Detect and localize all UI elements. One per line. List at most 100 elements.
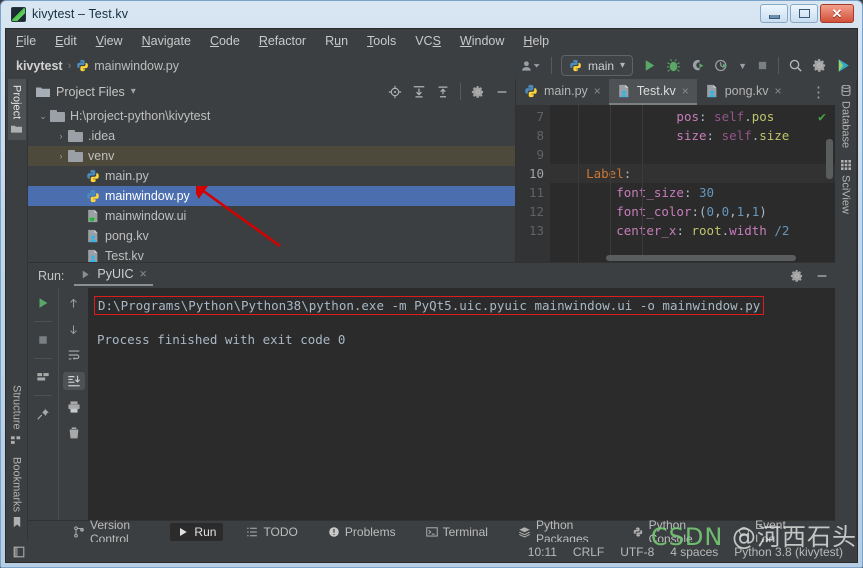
menu-window[interactable]: Window	[460, 34, 504, 48]
code-line[interactable]	[550, 145, 835, 164]
collapse-all-icon[interactable]	[436, 85, 450, 99]
run-console-output[interactable]: D:\Programs\Python\Python38\python.exe -…	[88, 288, 835, 520]
settings-icon[interactable]	[812, 58, 827, 73]
tool-window-button-todo[interactable]: TODO	[239, 523, 304, 541]
run-configuration-selector[interactable]: main ▾	[561, 55, 634, 76]
editor-tab-pong-kv[interactable]: pong.kv ×	[697, 79, 790, 105]
soft-wrap-icon[interactable]	[63, 346, 85, 364]
debug-icon[interactable]	[666, 58, 681, 73]
tree-node[interactable]: ⌄ H:\project-python\kivytest	[28, 106, 515, 126]
code-line[interactable]: font_size: 30	[550, 183, 835, 202]
editor-tabs-overflow[interactable]: ⋮	[803, 79, 835, 105]
inspection-status-icon[interactable]: ✔	[818, 110, 826, 125]
menu-code[interactable]: Code	[210, 34, 240, 48]
clear-all-icon[interactable]	[63, 424, 85, 442]
tree-node[interactable]: Test.kv	[28, 246, 515, 262]
settings-icon[interactable]	[790, 269, 804, 283]
scroll-to-end-icon[interactable]	[62, 372, 85, 390]
down-arrow-icon[interactable]	[63, 320, 85, 338]
sidebar-item-structure[interactable]: Structure	[8, 379, 26, 451]
code-line[interactable]: pos: self.pos	[550, 107, 835, 126]
sidebar-item-database[interactable]: Database	[837, 79, 855, 154]
menu-file[interactable]: File	[16, 34, 36, 48]
stop-icon[interactable]	[32, 331, 54, 349]
editor-horizontal-scrollbar[interactable]	[606, 255, 796, 261]
profile-icon[interactable]	[714, 58, 729, 73]
toggle-toolbars-icon[interactable]	[12, 545, 26, 559]
tree-node[interactable]: Qt mainwindow.ui	[28, 206, 515, 226]
code-line[interactable]: center_x: root.width /2	[550, 221, 835, 240]
sidebar-item-bookmarks[interactable]: Bookmarks	[8, 451, 26, 542]
code-line[interactable]: size: self.size	[550, 126, 835, 145]
menu-edit[interactable]: Edit	[55, 34, 77, 48]
search-everywhere-icon[interactable]	[788, 58, 803, 73]
maximize-button[interactable]	[790, 4, 818, 23]
project-panel-title[interactable]: Project Files ▾	[36, 85, 136, 99]
indent-setting[interactable]: 4 spaces	[670, 545, 718, 559]
grid-icon	[840, 160, 851, 171]
breadcrumb-project[interactable]: kivytest	[16, 59, 63, 73]
stop-icon[interactable]	[756, 59, 769, 72]
profile-dropdown-icon[interactable]: ▼	[738, 61, 747, 71]
file-encoding[interactable]: UTF-8	[620, 545, 654, 559]
code-line[interactable]: Label:	[550, 164, 835, 183]
run-tab-pyuic[interactable]: PyUIC ×	[74, 265, 153, 286]
code-view[interactable]: 7 8 9 10 11 12 13 pos: self.pos size: self.siz…	[516, 105, 835, 262]
editor-vertical-scrollbar[interactable]	[826, 139, 833, 179]
tool-window-button-run[interactable]: Run	[170, 522, 224, 541]
code-lines[interactable]: pos: self.pos size: self.size Label: fon…	[550, 105, 835, 262]
close-icon[interactable]: ×	[682, 84, 689, 98]
tree-expand-arrow[interactable]: ›	[54, 151, 68, 161]
run-icon[interactable]	[642, 58, 657, 73]
tree-expand-arrow[interactable]: ›	[54, 131, 68, 141]
minimize-button[interactable]	[760, 4, 788, 23]
expand-all-icon[interactable]	[412, 85, 426, 99]
hide-panel-icon[interactable]	[495, 85, 509, 99]
editor-tab-Test-kv[interactable]: Test.kv ×	[608, 79, 697, 105]
ide-help-icon[interactable]	[836, 58, 851, 73]
close-icon[interactable]: ×	[594, 84, 601, 98]
tree-node[interactable]: › .idea	[28, 126, 515, 146]
sidebar-item-project[interactable]: Project	[7, 79, 26, 141]
code-line[interactable]: font_color:(0,0,1,1)	[550, 202, 835, 221]
menu-refactor[interactable]: Refactor	[259, 34, 306, 48]
close-button[interactable]: ✕	[820, 4, 854, 23]
settings-icon[interactable]	[471, 85, 485, 99]
account-dropdown-icon[interactable]	[520, 59, 542, 73]
pin-tab-icon[interactable]	[32, 405, 54, 423]
tree-node[interactable]: mainwindow.py	[28, 186, 515, 206]
tree-node[interactable]: pong.kv	[28, 226, 515, 246]
print-icon[interactable]	[63, 398, 85, 416]
sidebar-item-sciview[interactable]: SciView	[837, 154, 855, 220]
up-arrow-icon[interactable]	[63, 294, 85, 312]
menu-run[interactable]: Run	[325, 34, 348, 48]
menu-vcs[interactable]: VCS	[415, 34, 441, 48]
chevron-down-icon[interactable]: ▾	[131, 86, 136, 97]
rerun-icon[interactable]	[32, 294, 54, 312]
menu-help[interactable]: Help	[523, 34, 549, 48]
run-output-text: Process finished with exit code 0	[97, 332, 346, 347]
editor-tab-main-py[interactable]: main.py ×	[516, 79, 609, 105]
branch-icon	[73, 525, 85, 538]
tool-window-button-problems[interactable]: Problems	[321, 523, 403, 541]
ui-file-icon: Qt	[86, 209, 100, 223]
tree-node[interactable]: main.py	[28, 166, 515, 186]
tool-window-button-terminal[interactable]: Terminal	[419, 523, 495, 541]
line-separator[interactable]: CRLF	[573, 545, 604, 559]
tree-expand-arrow[interactable]: ⌄	[36, 111, 50, 122]
menu-view[interactable]: View	[96, 34, 123, 48]
locate-file-icon[interactable]	[388, 85, 402, 99]
menu-tools[interactable]: Tools	[367, 34, 396, 48]
run-configuration-label: main	[588, 58, 615, 73]
hide-panel-icon[interactable]	[815, 269, 829, 283]
caret-position[interactable]: 10:11	[528, 545, 557, 559]
coverage-icon[interactable]	[690, 58, 705, 73]
layout-icon[interactable]	[32, 368, 54, 386]
python-interpreter[interactable]: Python 3.8 (kivytest)	[734, 545, 843, 559]
close-icon[interactable]: ×	[140, 267, 147, 281]
close-icon[interactable]: ×	[775, 84, 782, 98]
breadcrumb-file[interactable]: mainwindow.py	[94, 59, 179, 73]
tree-node[interactable]: › venv	[28, 146, 515, 166]
menu-navigate[interactable]: Navigate	[142, 34, 191, 48]
project-file-tree[interactable]: ⌄ H:\project-python\kivytest › .idea › venv ma…	[28, 104, 515, 262]
